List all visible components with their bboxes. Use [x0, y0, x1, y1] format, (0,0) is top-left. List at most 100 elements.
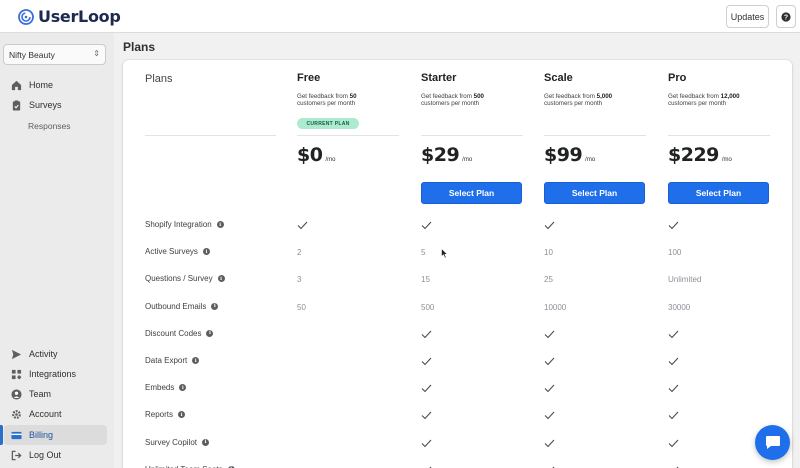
feature-value: Unlimited: [668, 275, 702, 285]
plan-price: $229 /mo: [668, 144, 732, 166]
price-period: /mo: [585, 157, 596, 163]
sidebar-item-team[interactable]: Team: [4, 384, 107, 404]
info-icon[interactable]: i: [202, 438, 210, 446]
plan-price: $29 /mo: [421, 144, 472, 166]
feature-label-text: Outbound Emails: [145, 301, 207, 311]
sidebar-item-surveys[interactable]: Surveys: [4, 95, 107, 115]
sidebar-item-integrations[interactable]: Integrations: [4, 364, 107, 384]
price-period: /mo: [721, 157, 732, 163]
info-icon[interactable]: i: [211, 302, 219, 310]
feature-label: Shopify Integration i: [145, 220, 224, 229]
info-icon[interactable]: i: [178, 411, 186, 419]
feature-label-text: Embeds: [145, 383, 175, 393]
feature-label: Embeds i: [145, 383, 187, 393]
feature-label: Survey Copilot i: [145, 437, 210, 447]
user-icon: [10, 388, 22, 400]
select-plan-button-scale[interactable]: Select Plan: [544, 182, 645, 204]
plans-card: Plans Free Get feedback from 50 customer…: [123, 60, 792, 468]
feature-label-text: Data Export: [145, 356, 188, 365]
check-icon: [668, 357, 679, 368]
check-icon: [421, 384, 432, 395]
check-icon: [544, 439, 555, 450]
feature-value: 10000: [544, 302, 567, 312]
app-name: UserLoop: [38, 7, 121, 26]
info-icon[interactable]: i: [192, 357, 200, 364]
chevron-updown-icon: ⇕: [93, 49, 100, 58]
app-logo[interactable]: UserLoop: [18, 7, 121, 26]
divider: [544, 135, 646, 136]
check-icon: [421, 439, 432, 450]
sidebar-item-home[interactable]: Home: [4, 75, 107, 95]
plan-desc-text: customers per month: [544, 100, 603, 107]
top-bar: UserLoop Updates ?: [0, 0, 800, 33]
send-icon: [10, 348, 22, 360]
feature-value: 50: [297, 302, 306, 312]
sidebar-item-billing[interactable]: Billing: [4, 425, 107, 445]
sidebar-item-label: Surveys: [29, 100, 62, 110]
credit-card-icon: [10, 429, 22, 441]
sidebar-item-label: Home: [29, 80, 54, 90]
plan-price: $99 /mo: [544, 144, 595, 166]
sidebar-item-logout[interactable]: Log Out: [4, 445, 107, 465]
home-icon: [10, 79, 22, 91]
svg-text:?: ?: [784, 14, 788, 21]
feature-value: 3: [297, 275, 302, 285]
feature-label: Questions / Survey i: [145, 274, 225, 283]
sidebar-item-label: Team: [29, 389, 52, 399]
check-icon: [421, 411, 432, 422]
plan-name: Starter: [421, 72, 457, 84]
plan-price: $0 /mo: [297, 144, 335, 166]
feature-label-text: Questions / Survey: [145, 274, 213, 284]
sidebar: Nifty Beauty ⇕ Home Surveys Responses Ac…: [0, 33, 114, 468]
plan-desc-count: 5,000: [596, 93, 613, 100]
chat-button[interactable]: [755, 425, 790, 460]
info-icon[interactable]: i: [217, 275, 225, 283]
plan-description: Get feedback from 500 customers per mont…: [421, 93, 531, 107]
clipboard-icon: [10, 99, 22, 111]
plan-desc-text: Get feedback from: [297, 93, 348, 100]
info-icon[interactable]: i: [179, 384, 187, 392]
userloop-logo-icon: [18, 8, 34, 25]
plan-name: Free: [297, 72, 321, 84]
check-icon: [544, 384, 555, 395]
divider: [145, 135, 276, 136]
feature-label: Reports i: [145, 410, 186, 420]
sidebar-item-activity[interactable]: Activity: [4, 344, 107, 364]
feature-value: 5: [421, 248, 426, 258]
feature-label: Outbound Emails i: [145, 301, 219, 311]
gear-icon: [10, 408, 22, 420]
divider: [668, 135, 770, 136]
feature-label-text: Reports: [145, 410, 174, 420]
feature-label-text: Shopify Integration: [145, 220, 212, 229]
check-icon: [297, 221, 308, 232]
select-plan-button-starter[interactable]: Select Plan: [421, 182, 522, 204]
sidebar-item-account[interactable]: Account: [4, 404, 107, 424]
info-icon[interactable]: i: [206, 329, 214, 337]
updates-button[interactable]: Updates: [726, 5, 769, 28]
select-plan-button-pro[interactable]: Select Plan: [668, 182, 769, 204]
plan-desc-text: customers per month: [668, 100, 727, 107]
check-icon: [668, 439, 679, 450]
store-selector[interactable]: Nifty Beauty ⇕: [3, 44, 106, 65]
check-icon: [421, 357, 432, 368]
plan-desc-text: Get feedback from: [421, 93, 472, 100]
check-icon: [544, 411, 555, 422]
check-icon: [668, 330, 679, 341]
check-icon: [421, 221, 432, 232]
info-icon[interactable]: i: [202, 248, 210, 256]
plan-desc-text: Get feedback from: [544, 93, 595, 100]
plan-name: Scale: [544, 72, 573, 84]
plan-desc-text: customers per month: [421, 100, 480, 107]
sidebar-subitem-responses[interactable]: Responses: [28, 121, 71, 131]
check-icon: [668, 221, 679, 232]
page-title: Plans: [123, 40, 156, 54]
feature-label: Discount Codes i: [145, 329, 214, 338]
info-icon[interactable]: i: [216, 221, 224, 228]
plans-column-header: Plans: [145, 73, 173, 85]
help-button[interactable]: ?: [776, 5, 796, 28]
feature-label-text: Active Surveys: [145, 247, 198, 257]
price-amount: $0: [297, 144, 323, 166]
feature-value: 30000: [668, 302, 691, 312]
help-icon: ?: [781, 11, 791, 22]
feature-label-text: Survey Copilot: [145, 437, 198, 447]
